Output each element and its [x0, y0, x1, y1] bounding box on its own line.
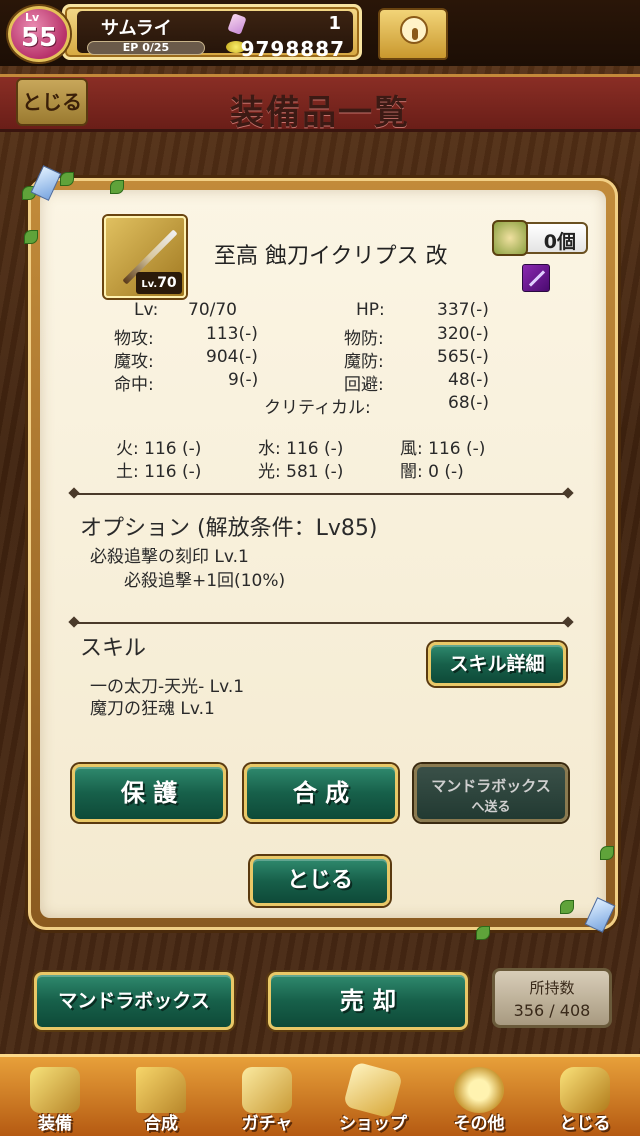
send-button-line-2: へ送る — [471, 800, 511, 815]
stat-eva-label: 回避: — [344, 375, 384, 395]
divider — [74, 622, 568, 624]
vine-leaf-icon — [476, 926, 490, 940]
stat-hp-value: 337(-) — [437, 300, 489, 320]
option-line-2: 必殺追撃+1回(10%) — [124, 571, 286, 591]
stat-hit-label: 命中: — [114, 375, 154, 395]
nav-label-gacha: ガチャ — [241, 1114, 293, 1134]
stat-hp-label: HP: — [356, 300, 385, 320]
possession-count-box: 所持数 356 / 408 — [492, 968, 612, 1028]
stat-crit-label: クリティカル: — [264, 398, 371, 418]
protect-button[interactable]: 保 護 — [72, 764, 226, 822]
stat-patk-label: 物攻: — [114, 329, 154, 349]
option-line-1: 必殺追撃の刻印 Lv.1 — [90, 547, 249, 567]
item-name: 至高 蝕刀イクリプス 改 — [214, 244, 448, 269]
nav-item-gacha[interactable]: ガチャ — [214, 1057, 320, 1136]
vine-leaf-icon — [600, 846, 614, 860]
stat-matk-value: 904(-) — [206, 347, 258, 367]
skill-detail-button[interactable]: スキル詳細 — [428, 642, 566, 686]
level-number: 55 — [21, 23, 58, 53]
nav-label-compose: 合成 — [144, 1114, 178, 1134]
mandra-box-button[interactable]: マンドラボックス — [34, 972, 234, 1030]
bottom-navigation: 装備 合成 ガチャ ショップ その他 とじる — [0, 1054, 640, 1136]
send-to-mandra-box-button[interactable]: マンドラボックス へ送る — [414, 764, 568, 822]
stat-eva-value: 48(-) — [448, 370, 490, 390]
stat-water: 水: 116 (-) — [258, 439, 344, 459]
owned-count: 0個 — [543, 231, 576, 253]
stat-matk-label: 魔攻: — [114, 352, 154, 372]
stat-light: 光: 581 (-) — [258, 462, 344, 482]
nav-item-compose[interactable]: 合成 — [108, 1057, 214, 1136]
gold-icon — [560, 1067, 610, 1113]
nav-item-other[interactable]: その他 — [426, 1057, 532, 1136]
skill-title: スキル — [80, 636, 147, 661]
sword-icon — [30, 1067, 80, 1113]
gear-icon — [454, 1067, 504, 1113]
stat-pdef-value: 320(-) — [437, 324, 489, 344]
page-title: 装備品一覧 — [230, 93, 410, 133]
stat-dark: 闇: 0 (-) — [400, 462, 464, 482]
stat-wind: 風: 116 (-) — [400, 439, 486, 459]
nav-item-close[interactable]: とじる — [532, 1057, 638, 1136]
nav-label-close: とじる — [559, 1114, 611, 1134]
hammer-icon — [136, 1067, 186, 1113]
stat-patk-value: 113(-) — [206, 324, 258, 344]
item-level-tag: Lv.70 — [136, 272, 182, 294]
gold-count: 9798887 — [240, 37, 345, 61]
stat-hit-value: 9(-) — [228, 370, 259, 390]
divider — [74, 493, 568, 495]
player-name: サムライ — [101, 18, 172, 39]
cards-icon — [242, 1067, 292, 1113]
possession-label: 所持数 — [529, 979, 575, 997]
vine-leaf-icon — [24, 230, 38, 244]
close-top-button[interactable]: とじる — [16, 78, 88, 126]
nav-label-shop: ショップ — [339, 1114, 407, 1134]
stat-mdef-value: 565(-) — [437, 347, 489, 367]
nav-item-equip[interactable]: 装備 — [2, 1057, 108, 1136]
nav-item-shop[interactable]: ショップ — [320, 1057, 426, 1136]
stat-pdef-label: 物防: — [344, 329, 384, 349]
stat-earth: 土: 116 (-) — [116, 462, 202, 482]
compose-button[interactable]: 合 成 — [244, 764, 398, 822]
modal-close-button[interactable]: とじる — [250, 856, 390, 906]
gem-count: 1 — [328, 13, 341, 34]
vine-leaf-icon — [110, 180, 124, 194]
player-status-panel[interactable]: サムライ EP 0/25 1 9798887 — [62, 4, 362, 61]
level-badge: Lv 55 — [8, 6, 70, 62]
friends-book-button[interactable] — [378, 8, 448, 60]
stat-mdef-label: 魔防: — [344, 352, 384, 372]
possession-value: 356 / 408 — [513, 1001, 591, 1020]
friends-icon — [400, 16, 428, 44]
sell-button[interactable]: 売 却 — [268, 972, 468, 1030]
nav-label-equip: 装備 — [38, 1114, 72, 1134]
stat-lv-label: Lv: — [134, 300, 159, 320]
skill-line-2: 魔刀の狂魂 Lv.1 — [90, 699, 215, 719]
mandra-face-icon — [492, 220, 528, 256]
stat-crit-value: 68(-) — [448, 393, 490, 413]
owned-count-box: 0個 — [492, 220, 588, 256]
item-level-prefix: Lv. — [141, 279, 158, 290]
header-banner: 装備品一覧 — [0, 74, 640, 133]
vine-leaf-icon — [560, 900, 574, 914]
ep-bar: EP 0/25 — [87, 41, 205, 55]
item-icon: Lv.70 — [104, 216, 186, 298]
nav-label-other: その他 — [453, 1114, 505, 1134]
vine-leaf-icon — [60, 172, 74, 186]
item-level-value: 70 — [157, 275, 177, 291]
status-bar: サムライ EP 0/25 1 9798887 Lv 55 — [0, 0, 640, 66]
option-title: オプション (解放条件：Lv85) — [80, 516, 378, 541]
sword-type-icon — [522, 264, 550, 292]
send-button-line-1: マンドラボックス — [431, 777, 551, 795]
stat-fire: 火: 116 (-) — [116, 439, 202, 459]
ep-label: EP 0/25 — [122, 41, 170, 54]
stat-lv-value: 70/70 — [188, 300, 237, 320]
